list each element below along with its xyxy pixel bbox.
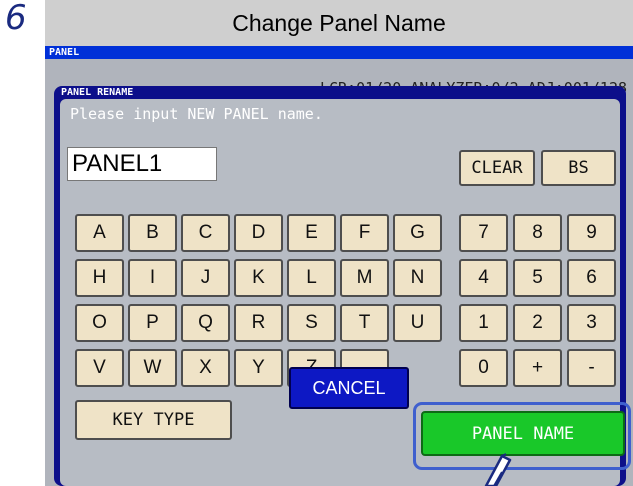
key-f[interactable]: F (340, 214, 389, 252)
key-0[interactable]: 0 (459, 349, 508, 387)
title-bar: Change Panel Name (45, 0, 633, 46)
key-plus[interactable]: + (513, 349, 562, 387)
key-j[interactable]: J (181, 259, 230, 297)
key-m[interactable]: M (340, 259, 389, 297)
key-b[interactable]: B (128, 214, 177, 252)
key-r[interactable]: R (234, 304, 283, 342)
key-k[interactable]: K (234, 259, 283, 297)
key-l[interactable]: L (287, 259, 336, 297)
panel-screen-header: PANEL (45, 46, 633, 59)
key-s[interactable]: S (287, 304, 336, 342)
key-y[interactable]: Y (234, 349, 283, 387)
page-title: Change Panel Name (232, 10, 446, 36)
key-7[interactable]: 7 (459, 214, 508, 252)
key-c[interactable]: C (181, 214, 230, 252)
key-e[interactable]: E (287, 214, 336, 252)
key-i[interactable]: I (128, 259, 177, 297)
clear-button[interactable]: CLEAR (459, 150, 535, 186)
key-type-button[interactable]: KEY TYPE (75, 400, 232, 440)
key-4[interactable]: 4 (459, 259, 508, 297)
key-v[interactable]: V (75, 349, 124, 387)
key-8[interactable]: 8 (513, 214, 562, 252)
panel-name-confirm-button[interactable]: PANEL NAME (421, 411, 625, 456)
panel-name-input[interactable]: PANEL1 (67, 147, 217, 181)
cancel-button[interactable]: CANCEL (289, 367, 409, 409)
step-number: 6 (5, 0, 27, 38)
key-h[interactable]: H (75, 259, 124, 297)
key-2[interactable]: 2 (513, 304, 562, 342)
key-w[interactable]: W (128, 349, 177, 387)
key-minus[interactable]: - (567, 349, 616, 387)
key-u[interactable]: U (393, 304, 442, 342)
rename-prompt: Please input NEW PANEL name. (70, 105, 323, 123)
key-g[interactable]: G (393, 214, 442, 252)
key-o[interactable]: O (75, 304, 124, 342)
stylus-pen-icon (484, 453, 512, 486)
key-a[interactable]: A (75, 214, 124, 252)
key-3[interactable]: 3 (567, 304, 616, 342)
key-d[interactable]: D (234, 214, 283, 252)
key-1[interactable]: 1 (459, 304, 508, 342)
key-q[interactable]: Q (181, 304, 230, 342)
key-t[interactable]: T (340, 304, 389, 342)
key-p[interactable]: P (128, 304, 177, 342)
key-9[interactable]: 9 (567, 214, 616, 252)
backspace-button[interactable]: BS (541, 150, 616, 186)
key-x[interactable]: X (181, 349, 230, 387)
dialog-title: PANEL RENAME (61, 87, 134, 98)
cancel-button-label: CANCEL (312, 377, 386, 398)
key-5[interactable]: 5 (513, 259, 562, 297)
key-n[interactable]: N (393, 259, 442, 297)
key-6[interactable]: 6 (567, 259, 616, 297)
